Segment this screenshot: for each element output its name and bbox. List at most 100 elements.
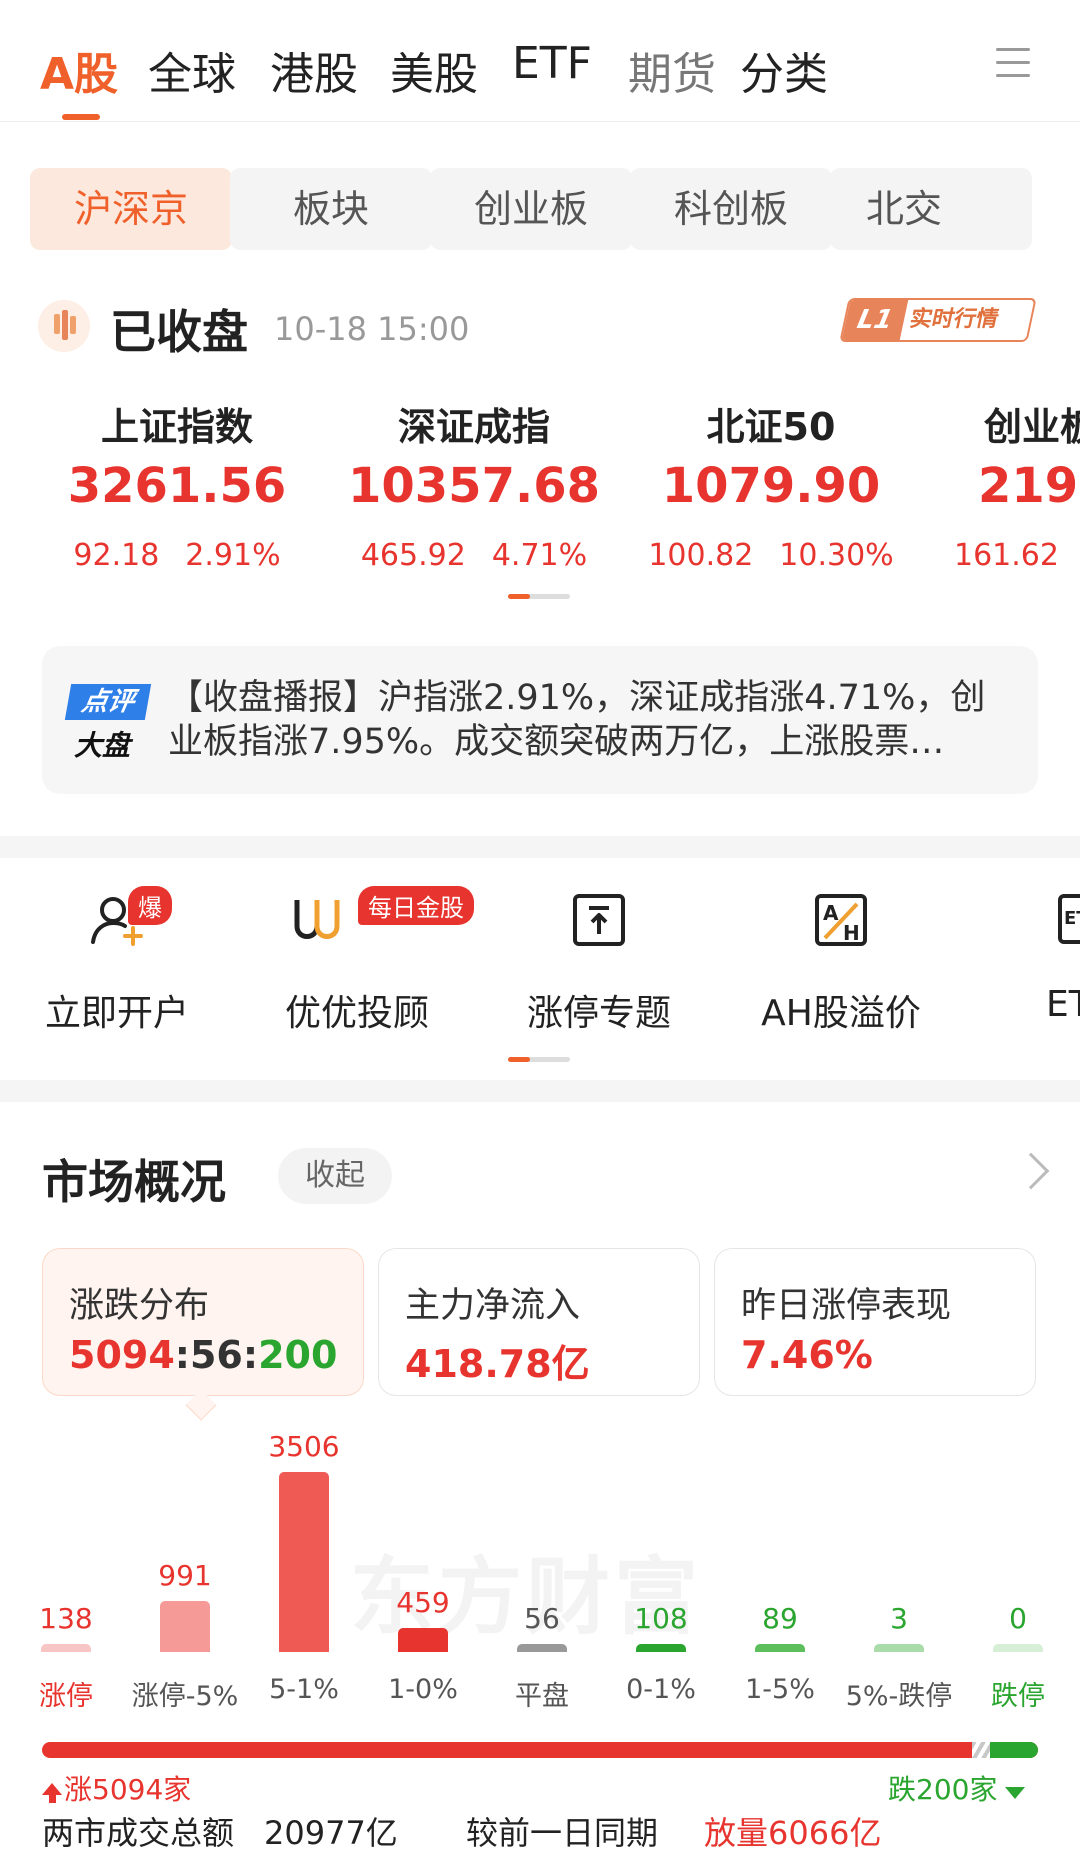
bar-6: [755, 1644, 805, 1652]
card-value: 7.46%: [741, 1333, 873, 1377]
index-value: 3261.56: [67, 458, 287, 514]
service-limit-up[interactable]: 涨停专题: [494, 888, 704, 1038]
turnover-row: 两市成交总额 20977亿 较前一日同期 放量6066亿: [42, 1808, 1042, 1856]
svg-text:A: A: [823, 901, 839, 925]
card-yesterday-limit-up[interactable]: 昨日涨停表现 7.46%: [714, 1248, 1036, 1396]
bar-7: [874, 1644, 924, 1652]
bar-8: [993, 1644, 1043, 1652]
index-value: 2195: [978, 458, 1080, 514]
turnover-value: 20977亿: [264, 1814, 398, 1852]
bar-0: [41, 1644, 91, 1652]
fall-count: 跌200家: [888, 1768, 1026, 1808]
service-pager: [508, 1057, 570, 1062]
bar-category-label: 平盘: [515, 1681, 569, 1712]
service-label: ET: [1046, 984, 1080, 1025]
index-change: 161.62: [954, 538, 1059, 573]
bar-3: [398, 1628, 448, 1652]
card-main-net-inflow[interactable]: 主力净流入 418.78亿: [378, 1248, 700, 1396]
bar-1: [160, 1601, 210, 1652]
candlestick-icon: [38, 300, 90, 352]
market-overview-title: 市场概况: [42, 1155, 226, 1209]
bar-category-label: 跌停: [991, 1681, 1045, 1712]
turnover-label: 两市成交总额: [42, 1814, 235, 1852]
bar-value-label: 991: [158, 1559, 212, 1593]
advance-decline-chart: 138 涨停 991 涨停-5% 3506 5-1% 459 1-0% 56 平盘 108 0-1% 8…: [0, 1420, 1080, 1740]
bar-5: [636, 1644, 686, 1652]
compare-label: 较前一日同期: [466, 1814, 659, 1852]
bar-value-label: 3: [890, 1602, 908, 1635]
card-advance-decline[interactable]: 涨跌分布 5094:56:200: [42, 1248, 364, 1396]
market-tabs: A股 全球 港股 美股 ETF 期货 分类: [0, 0, 1080, 122]
etf-icon: ET: [1054, 888, 1080, 952]
bar-category-label: 1-5%: [745, 1674, 815, 1705]
index-name: 创业板: [984, 405, 1080, 449]
index-pager: [508, 594, 570, 599]
bar-value-label: 0: [1009, 1602, 1027, 1635]
advance-decline-ratio-bar: [42, 1742, 1038, 1758]
tab-global[interactable]: 全球: [148, 38, 236, 102]
index-name: 北证50: [706, 405, 836, 449]
service-open-account[interactable]: 爆 立即开户: [12, 886, 222, 1038]
index-sse[interactable]: 上证指数 3261.56 92.18 2.91%: [66, 396, 288, 573]
close-time: 10-18 15:00: [274, 310, 470, 348]
card-value: 5094:56:200: [69, 1333, 338, 1377]
service-label: AH股溢价: [761, 993, 921, 1034]
tab-futures[interactable]: 期货: [628, 38, 716, 102]
bar-value-label: 56: [524, 1602, 560, 1635]
bar-value-label: 108: [634, 1602, 688, 1635]
bar-value-label: 459: [396, 1586, 450, 1620]
tab-category[interactable]: 分类: [740, 38, 828, 102]
index-value: 1079.90: [661, 458, 881, 514]
service-label: 立即开户: [44, 993, 189, 1034]
realtime-label: 实时行情: [907, 307, 1001, 332]
bar-4: [517, 1644, 567, 1652]
tab-hk[interactable]: 港股: [270, 38, 358, 102]
tab-us[interactable]: 美股: [390, 38, 478, 102]
subtab-hushenjing[interactable]: 沪深京: [30, 168, 232, 250]
hot-badge: 爆: [128, 886, 172, 925]
bar-category-label: 5-1%: [269, 1674, 339, 1705]
bar-category-label: 涨停-5%: [131, 1681, 239, 1712]
advisor-icon: [287, 888, 351, 952]
market-status: 已收盘 10-18 15:00 L1 实时行情: [38, 296, 1042, 359]
bar-category-label: 0-1%: [626, 1674, 696, 1705]
rise-count: 涨5094家: [42, 1768, 191, 1808]
subtab-beijing[interactable]: 北交: [830, 168, 1032, 250]
subtab-chinext[interactable]: 创业板: [430, 168, 632, 250]
market-news-card[interactable]: 点评 大盘 【收盘播报】沪指涨2.91%，深证成指涨4.71%，创业板指涨7.9…: [42, 646, 1038, 794]
index-value: 10357.68: [347, 458, 601, 514]
section-divider: [0, 1080, 1080, 1102]
bar-category-label: 1-0%: [388, 1674, 458, 1705]
svg-text:ET: ET: [1064, 908, 1080, 929]
index-change: 465.92: [360, 538, 466, 573]
service-ah-premium[interactable]: AH AH股溢价: [736, 888, 946, 1038]
bar-value-label: 138: [39, 1602, 93, 1635]
bar-value-label: 89: [762, 1602, 798, 1635]
realtime-quote-badge[interactable]: L1 实时行情: [839, 298, 1037, 342]
card-value: 418.78亿: [405, 1342, 590, 1386]
subtab-sectors[interactable]: 板块: [230, 168, 432, 250]
service-advisor[interactable]: 每日金股 优优投顾: [252, 886, 474, 1038]
card-label: 昨日涨停表现: [741, 1286, 952, 1326]
section-divider: [0, 836, 1080, 858]
market-commentary-logo: 点评 大盘: [64, 684, 152, 762]
index-pct: 4.71%: [491, 538, 588, 573]
menu-icon[interactable]: [996, 48, 1030, 78]
index-szse[interactable]: 深证成指 10357.68 465.92 4.71%: [346, 396, 602, 573]
subtab-star-market[interactable]: 科创板: [630, 168, 832, 250]
news-headline: 【收盘播报】沪指涨2.91%，深证成指涨4.71%，创业板指涨7.95%。成交额…: [168, 678, 986, 762]
index-pct: 2.91%: [185, 538, 281, 573]
svg-text:H: H: [843, 921, 860, 945]
index-chinext[interactable]: 创业板 2195 161.62: [954, 396, 1080, 573]
tab-a-shares[interactable]: A股: [40, 38, 118, 102]
bar-value-label: 3506: [268, 1430, 340, 1463]
card-label: 主力净流入: [405, 1286, 581, 1326]
chevron-right-icon[interactable]: [1012, 1152, 1050, 1190]
market-closed-label: 已收盘: [110, 305, 248, 359]
collapse-button[interactable]: 收起: [278, 1148, 392, 1204]
bar-category-label: 涨停: [39, 1681, 93, 1712]
card-label: 涨跌分布: [69, 1286, 210, 1326]
service-etf[interactable]: ET ET: [1032, 888, 1080, 1038]
tab-etf[interactable]: ETF: [512, 38, 592, 89]
index-bse50[interactable]: 北证50 1079.90 100.82 10.30%: [646, 396, 896, 573]
